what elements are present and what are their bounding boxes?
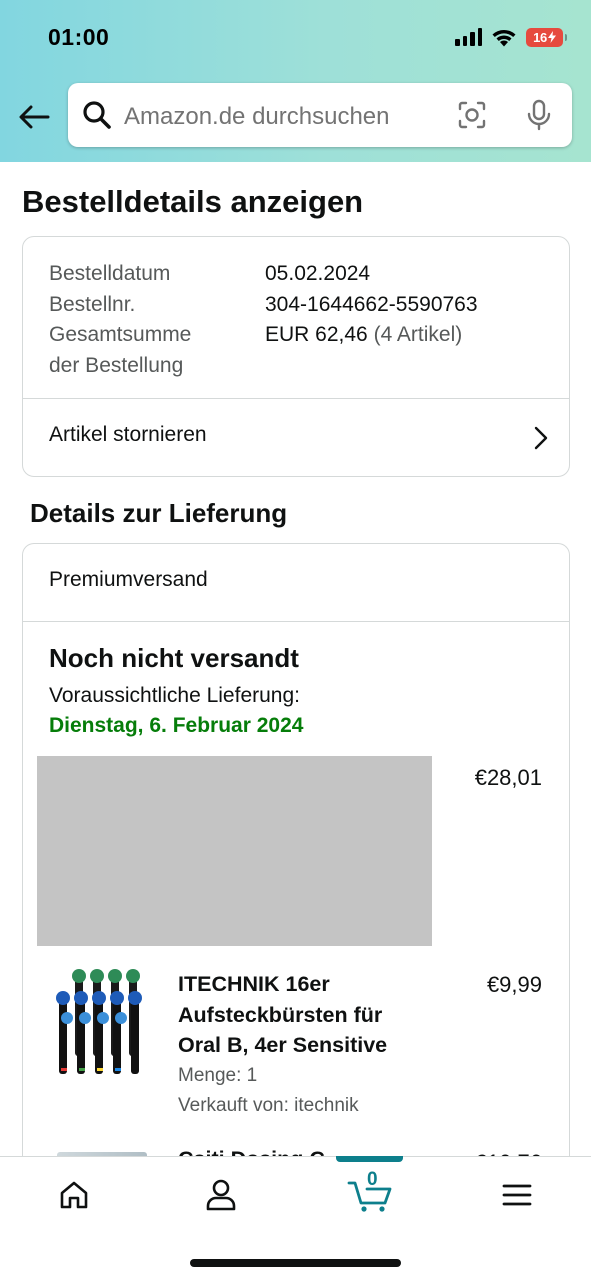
order-number-value: 304-1644662-5590763 [265, 292, 478, 316]
chevron-right-icon[interactable] [529, 425, 551, 451]
battery-icon: 16 [526, 27, 567, 47]
cancel-items-button[interactable]: Artikel stornieren [23, 399, 569, 477]
order-total-value: EUR 62,46 [265, 323, 368, 346]
cancel-items-label[interactable]: Artikel stornieren [49, 423, 207, 447]
header: 01:00 16 Amazon.de durchsuchen [0, 0, 591, 162]
battery-level: 16 [533, 29, 547, 45]
menu-icon[interactable] [487, 1173, 547, 1217]
product-title-line[interactable]: Oral B, 4er Sensitive [178, 1030, 438, 1061]
shipment-status: Noch nicht versandt [49, 643, 299, 673]
divider [23, 621, 569, 622]
product-quantity: Menge: 1 [178, 1065, 258, 1086]
home-icon[interactable] [44, 1173, 104, 1217]
camera-icon[interactable] [457, 100, 487, 130]
status-icons: 16 [455, 24, 567, 50]
order-date-label: Bestelldatum [49, 262, 171, 285]
order-item-count: (4 Artikel) [373, 323, 463, 346]
page-title: Bestelldetails anzeigen [22, 184, 364, 219]
back-arrow-icon[interactable] [16, 99, 52, 135]
product-image-placeholder[interactable] [37, 756, 432, 946]
active-tab-indicator [336, 1156, 403, 1162]
home-indicator[interactable] [190, 1259, 401, 1267]
order-date-value: 05.02.2024 [265, 262, 371, 285]
signal-icon [455, 28, 482, 46]
expected-delivery-date: Dienstag, 6. Februar 2024 [49, 714, 304, 737]
wifi-icon [492, 29, 516, 46]
order-total-label-cont: der Bestellung [49, 353, 184, 377]
charging-bolt-icon [547, 31, 556, 43]
cart-count-badge[interactable]: 0 [367, 1169, 378, 1191]
product-seller: Verkauft von: itechnik [178, 1095, 359, 1116]
search-input[interactable]: Amazon.de durchsuchen [68, 83, 572, 147]
search-placeholder[interactable]: Amazon.de durchsuchen [124, 103, 390, 131]
toothbrush-heads-image[interactable] [53, 968, 153, 1076]
order-summary-card: Bestelldatum 05.02.2024 Bestellnr. 304-1… [22, 236, 570, 477]
order-summary: Bestelldatum 05.02.2024 Bestellnr. 304-1… [49, 259, 478, 381]
product-title[interactable]: ITECHNIK 16er Aufsteckbürsten für Oral B… [178, 969, 438, 1061]
delivery-card: Premiumversand Noch nicht versandt Vorau… [22, 543, 570, 1183]
item-price: €9,99 [486, 972, 542, 997]
delivery-section-title: Details zur Lieferung [30, 498, 288, 528]
mic-icon[interactable] [524, 99, 554, 131]
product-title-line[interactable]: ITECHNIK 16er [178, 969, 438, 1000]
order-number-label: Bestellnr. [49, 292, 136, 316]
expected-delivery-label: Voraussichtliche Lieferung: [49, 684, 300, 707]
account-icon[interactable] [191, 1173, 251, 1217]
order-total-label: Gesamtsumme [49, 323, 192, 346]
item-price: €28,01 [474, 765, 542, 790]
product-title-line[interactable]: Aufsteckbürsten für [178, 1000, 438, 1031]
status-time: 01:00 [48, 24, 110, 50]
search-icon[interactable] [82, 100, 112, 130]
shipping-type: Premiumversand [49, 568, 208, 591]
